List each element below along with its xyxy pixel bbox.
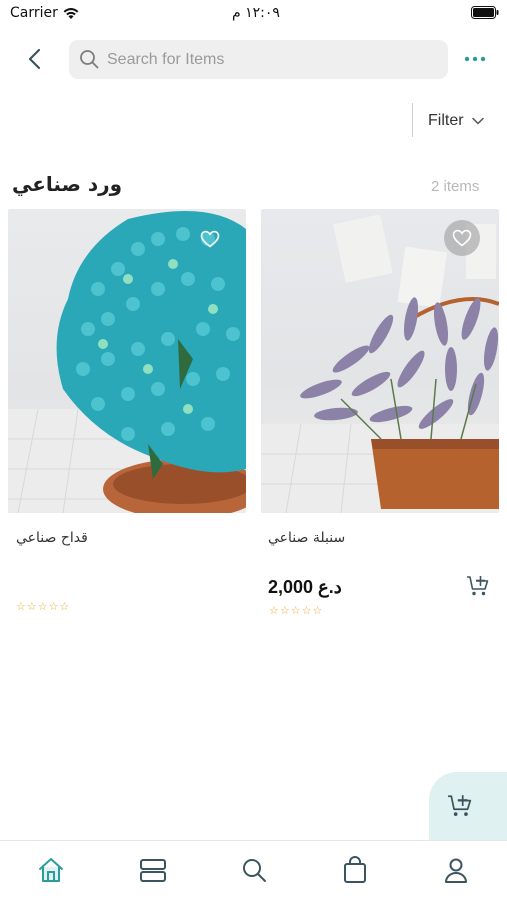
search-input[interactable] — [107, 40, 437, 79]
product-price: 2,000 د.ع — [268, 577, 342, 597]
product-name[interactable]: سنبلة صناعي — [268, 530, 345, 546]
categories-icon[interactable] — [139, 856, 167, 884]
floating-cart-button[interactable] — [429, 772, 507, 842]
bag-icon[interactable] — [341, 856, 369, 884]
heart-outline-icon — [200, 230, 220, 248]
rating-stars: ☆☆☆☆☆ — [269, 604, 324, 617]
home-icon[interactable] — [37, 856, 65, 884]
battery-icon — [471, 6, 499, 19]
items-count: 2 items — [431, 178, 480, 195]
favorite-button[interactable] — [192, 221, 228, 257]
search-icon — [80, 50, 99, 69]
filter-divider — [412, 103, 413, 137]
section-title: ورد صناعي — [12, 172, 123, 196]
carrier-label: Carrier — [10, 5, 58, 21]
profile-icon[interactable] — [442, 856, 470, 884]
more-icon[interactable] — [462, 52, 488, 66]
add-to-cart-icon[interactable] — [466, 575, 490, 597]
filter-label: Filter — [428, 112, 464, 129]
cart-icon — [448, 795, 472, 816]
filter-button[interactable]: Filter — [428, 110, 484, 132]
heart-outline-icon — [452, 229, 472, 247]
search-icon[interactable] — [240, 856, 268, 884]
chevron-down-icon — [471, 117, 484, 125]
bottom-nav — [0, 840, 507, 901]
favorite-button[interactable] — [444, 220, 480, 256]
clock-label: ١٢:٠٩ م — [232, 5, 280, 21]
back-icon[interactable] — [22, 46, 48, 72]
rating-stars: ☆☆☆☆☆ — [16, 600, 71, 613]
search-bar[interactable] — [69, 40, 448, 79]
wifi-icon — [63, 8, 79, 19]
product-name[interactable]: قداح صناعي — [16, 530, 88, 546]
